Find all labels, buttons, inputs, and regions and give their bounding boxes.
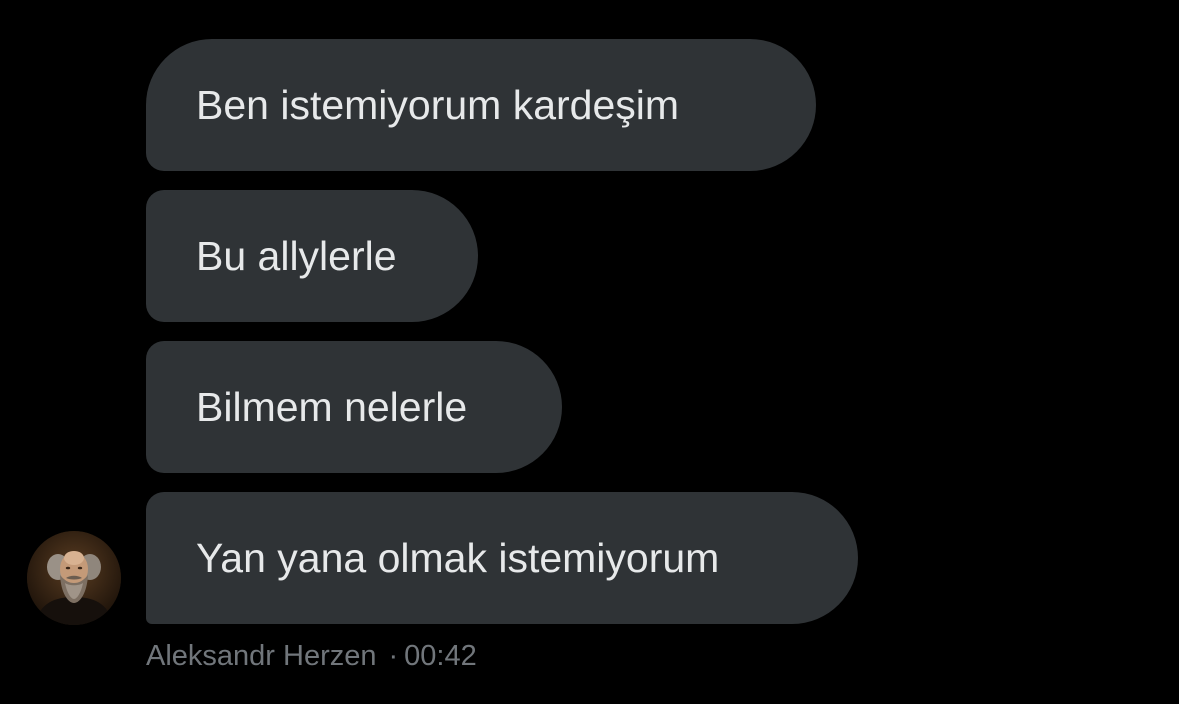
message-text: Yan yana olmak istemiyorum bbox=[196, 535, 720, 581]
meta-separator: · bbox=[388, 640, 399, 672]
message-bubble[interactable]: Bu allylerle bbox=[146, 190, 478, 322]
message-thread: Ben istemiyorum kardeşim Bu allylerle Bi… bbox=[0, 0, 1179, 704]
bearded-man-portrait-icon bbox=[27, 531, 121, 625]
message-meta: Aleksandr Herzen · 00:42 bbox=[146, 636, 477, 676]
message-text: Bu allylerle bbox=[196, 233, 397, 279]
avatar[interactable] bbox=[27, 531, 121, 625]
message-text: Bilmem nelerle bbox=[196, 384, 468, 430]
message-timestamp: 00:42 bbox=[404, 640, 477, 672]
sender-name[interactable]: Aleksandr Herzen bbox=[146, 640, 377, 672]
message-bubble[interactable]: Yan yana olmak istemiyorum bbox=[146, 492, 858, 624]
message-text: Ben istemiyorum kardeşim bbox=[196, 82, 680, 128]
message-bubble[interactable]: Bilmem nelerle bbox=[146, 341, 562, 473]
message-bubble[interactable]: Ben istemiyorum kardeşim bbox=[146, 39, 816, 171]
